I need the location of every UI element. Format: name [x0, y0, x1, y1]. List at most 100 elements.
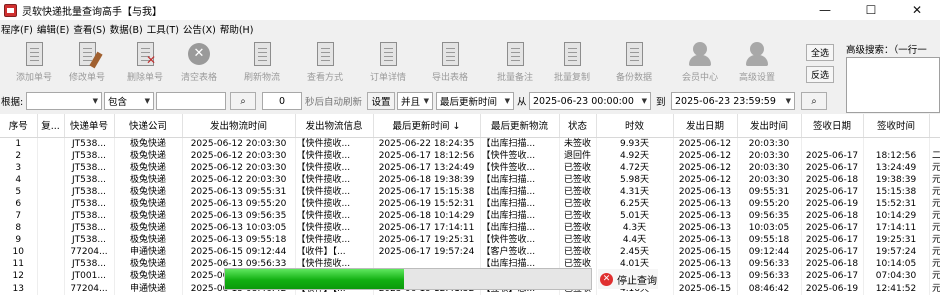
refresh-seconds-input[interactable]: 0	[262, 92, 302, 110]
table-cell: 已签收	[559, 234, 597, 247]
table-row[interactable]: 8 JT538... 极兔快递 2025-06-13 10:03:05 【快件揽收...…	[0, 222, 940, 235]
toolbar: 添加单号 修改单号 ✕ 删除单号 ✕ 清空表格 刷新物流 查看方式 订单详情 导出表格 批量备注 批量…	[0, 38, 800, 88]
filter-root-label: 根据:	[1, 97, 24, 108]
search-icon: ⌕	[240, 95, 246, 107]
column-header[interactable]: 时效	[596, 114, 674, 138]
table-cell: JT538...	[64, 234, 115, 247]
toolbar-button[interactable]: ✕ 清空表格	[167, 41, 231, 85]
advanced-search-input[interactable]	[846, 57, 940, 113]
menu-item[interactable]: 查看(S)	[72, 22, 108, 36]
from-label: 从	[517, 97, 527, 108]
table-cell: 未签收	[559, 137, 597, 150]
toolbar-button[interactable]: 刷新物流	[230, 41, 294, 85]
table-cell: 2025-06-12	[673, 173, 738, 186]
column-header[interactable]: 签收日期	[801, 114, 864, 138]
table-cell: 2025-06-19	[801, 282, 864, 295]
table-cell: 8	[0, 222, 38, 235]
toolbar-button-label: 删除单号	[126, 73, 163, 83]
column-header[interactable]: 最后更新物流	[480, 114, 560, 138]
toolbar-button-label: 批量复制	[553, 73, 590, 83]
table-row[interactable]: 5 JT538... 极兔快递 2025-06-13 09:55:31 【快件揽收...…	[0, 185, 940, 198]
table-cell: 申通快递	[114, 282, 183, 295]
menu-item[interactable]: 工具(T)	[146, 22, 182, 36]
sort-field-select[interactable]: 最后更新时间 ▼	[436, 92, 514, 110]
table-cell: 2025-06-12	[673, 161, 738, 174]
column-header[interactable]: 发出日期	[673, 114, 738, 138]
column-header[interactable]: 最后更新时间 ↓	[373, 114, 481, 138]
toolbar-button[interactable]: 订单详情	[356, 41, 420, 85]
column-header[interactable]: 签收时间	[863, 114, 930, 138]
column-header[interactable]: 发出物流信息	[295, 114, 374, 138]
toolbar-button[interactable]: 批量备注	[483, 41, 547, 85]
table-cell: 【出库扫描...	[480, 209, 560, 223]
minimize-button[interactable]: —	[802, 0, 848, 20]
filter-search-button[interactable]: ⌕	[230, 92, 256, 110]
table-cell: 2025-06-12	[673, 149, 738, 162]
date-search-button[interactable]: ⌕	[801, 92, 827, 110]
toolbar-button[interactable]: 导出表格	[418, 41, 482, 85]
table-cell: 【快件签收...	[480, 234, 560, 247]
table-cell: 元	[929, 282, 940, 295]
maximize-button[interactable]: ☐	[848, 0, 894, 20]
chevron-down-icon: ▼	[92, 97, 98, 105]
column-header[interactable]: 复...	[37, 114, 65, 138]
table-row[interactable]: 6 JT538... 极兔快递 2025-06-13 09:55:20 【快件揽收...…	[0, 197, 940, 210]
toolbar-button[interactable]: 修改单号	[55, 41, 119, 85]
table-cell: 17:14:11	[863, 222, 930, 235]
table-cell: 13	[0, 282, 38, 295]
table-cell: 极兔快递	[114, 185, 183, 198]
table-row[interactable]: 9 JT538... 极兔快递 2025-06-13 09:55:18 【快件揽收...…	[0, 234, 940, 247]
table-cell: 【快件揽收...	[295, 149, 374, 162]
sort-field-value: 最后更新时间	[440, 97, 498, 108]
column-header[interactable]: 快递公司	[114, 114, 183, 138]
table-cell: 2.45天	[596, 246, 674, 259]
table-cell	[929, 137, 940, 150]
table-row[interactable]: 4 JT538... 极兔快递 2025-06-12 20:03:30 【快件揽收...…	[0, 173, 940, 186]
table-cell: 极兔快递	[114, 222, 183, 235]
column-header[interactable]: 发出物流时间	[182, 114, 296, 138]
date-to-picker[interactable]: 2025-06-23 23:59:59 ▼	[671, 92, 795, 110]
filter-operator-select[interactable]: 包含 ▼	[104, 92, 154, 110]
table-row[interactable]: 7 JT538... 极兔快递 2025-06-13 09:56:35 【快件揽收...…	[0, 209, 940, 223]
invert-selection-button[interactable]: 反选	[806, 66, 834, 83]
table-cell: 2025-06-13	[673, 185, 738, 198]
close-button[interactable]: ✕	[894, 0, 940, 20]
member-icon	[688, 41, 712, 69]
toolbar-button[interactable]: 高级设置	[725, 41, 789, 85]
table-row[interactable]: 10 77204... 申通快递 2025-06-15 09:12:44 【收件】【..…	[0, 246, 940, 259]
table-cell: 5.98天	[596, 173, 674, 186]
table-cell: 元	[929, 161, 940, 174]
table-cell: JT538...	[64, 137, 115, 150]
filter-keyword-input[interactable]	[156, 92, 226, 110]
menu-item[interactable]: 帮助(H)	[219, 22, 257, 36]
toolbar-button[interactable]: 备份数据	[602, 41, 666, 85]
table-row[interactable]: 1 JT538... 极兔快递 2025-06-12 20:03:30 【快件揽收...…	[0, 137, 940, 150]
toolbar-button[interactable]: 批量复制	[540, 41, 604, 85]
menu-item[interactable]: 编辑(E)	[36, 22, 72, 36]
logic-select[interactable]: 并且 ▼	[397, 92, 433, 110]
table-cell: 元	[929, 246, 940, 259]
refresh-settings-button[interactable]: 设置	[367, 92, 395, 110]
table-cell: 2025-06-18	[801, 209, 864, 223]
column-header[interactable]: 序号	[0, 114, 38, 138]
table-row[interactable]: 3 JT538... 极兔快递 2025-06-12 20:03:30 【快件揽收...…	[0, 161, 940, 174]
menu-item[interactable]: 数据(B)	[109, 22, 146, 36]
menu-item[interactable]: 程序(F)	[0, 22, 36, 36]
toolbar-button[interactable]: 查看方式	[293, 41, 357, 85]
toolbar-button[interactable]: 会员中心	[668, 41, 732, 85]
table-row[interactable]: 2 JT538... 极兔快递 2025-06-12 20:03:30 【快件揽收...…	[0, 149, 940, 162]
column-header[interactable]: 状态	[559, 114, 597, 138]
column-header[interactable]: 快递单号	[64, 114, 115, 138]
column-header[interactable]	[929, 114, 940, 138]
date-from-picker[interactable]: 2025-06-23 00:00:00 ▼	[529, 92, 651, 110]
column-header[interactable]: 发出时间	[737, 114, 802, 138]
table-cell: 10:14:29	[863, 209, 930, 223]
toolbar-button-label: 备份数据	[615, 73, 652, 83]
menu-item[interactable]: 公告(X)	[182, 22, 219, 36]
stop-query-button[interactable]: ✕ 停止查询	[598, 269, 658, 289]
table-cell: JT538...	[64, 161, 115, 174]
select-all-button[interactable]: 全选	[806, 44, 834, 61]
filter-operator-value: 包含	[108, 97, 128, 108]
table-cell: 15:52:31	[863, 197, 930, 210]
filter-field-select[interactable]: ▼	[26, 92, 102, 110]
